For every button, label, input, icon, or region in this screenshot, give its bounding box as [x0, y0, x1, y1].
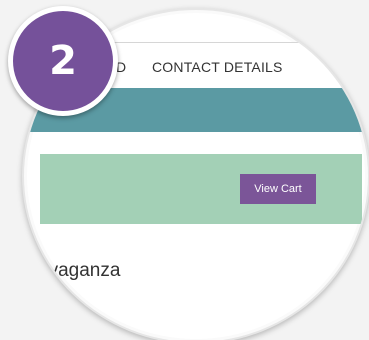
zoom-illustration: D CONTACT DETAILS View Cart avaganza 2 [0, 0, 369, 340]
step-number-badge: 2 [8, 6, 118, 116]
view-cart-button[interactable]: View Cart [240, 174, 316, 204]
cart-notice-bar: View Cart [40, 154, 362, 224]
step-contact-details[interactable]: CONTACT DETAILS [152, 59, 283, 75]
product-title: avaganza [38, 260, 121, 281]
